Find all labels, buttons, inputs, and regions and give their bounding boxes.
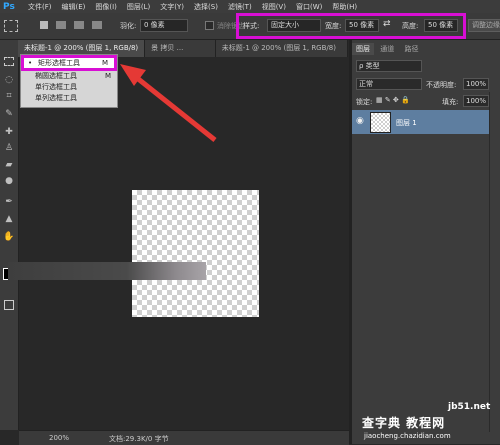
- height-input[interactable]: 50 像素: [424, 19, 458, 32]
- search-icon: ρ: [359, 62, 366, 70]
- menu-edit[interactable]: 编辑(E): [57, 2, 91, 12]
- antialias-checkbox[interactable]: [205, 21, 214, 30]
- blend-mode-select[interactable]: 正常: [356, 78, 422, 90]
- layers-panel: 图层 通道 路径 ρ 类型 正常 不透明度: 100% 锁定: ▦ ✎ ✥ 🔒 …: [352, 40, 500, 444]
- fill-input[interactable]: 100%: [463, 95, 489, 107]
- blur-icon[interactable]: ●: [1, 174, 17, 188]
- zoom-level[interactable]: 200%: [49, 434, 69, 442]
- opacity-label: 不透明度:: [426, 81, 457, 89]
- crop-icon[interactable]: ⌗: [1, 89, 17, 103]
- style-label: 样式:: [243, 22, 260, 30]
- menu-image[interactable]: 图像(I): [90, 2, 122, 12]
- lock-label: 锁定:: [356, 98, 373, 106]
- eyedropper-icon[interactable]: ✎: [1, 107, 17, 121]
- watermark-line-3: jiaocheng.chazidian.com: [364, 432, 451, 440]
- menu-help[interactable]: 帮助(H): [327, 2, 362, 12]
- panel-tabs: 图层 通道 路径: [352, 43, 422, 55]
- healing-brush-icon[interactable]: ✚: [1, 125, 17, 139]
- watermark: jb51.net 查字典 教程网 jiaocheng.chazidian.com: [352, 398, 500, 444]
- options-bar: 羽化: 0 像素 消除锯齿 样式: 固定大小 宽度: 50 像素 ⇄ 高度: 5…: [0, 13, 500, 40]
- menu-layer[interactable]: 图层(L): [122, 2, 155, 12]
- layer-thumbnail: [370, 112, 391, 133]
- menu-file[interactable]: 文件(F): [23, 2, 57, 12]
- selected-bullet-icon: •: [28, 59, 33, 67]
- lasso-icon[interactable]: ◌: [1, 73, 17, 87]
- quick-mask-icon[interactable]: [4, 300, 14, 310]
- tab-layers[interactable]: 图层: [352, 43, 374, 55]
- menu-window[interactable]: 窗口(W): [291, 2, 327, 12]
- tab-document-3[interactable]: 未标题-1 @ 200% (图层 1, RGB/8): [215, 40, 348, 57]
- eye-icon[interactable]: ◉: [356, 116, 364, 126]
- feather-label: 羽化:: [120, 22, 137, 30]
- single-row-marquee-tool-item[interactable]: 单行选框工具: [21, 82, 117, 93]
- document-canvas[interactable]: [132, 190, 259, 317]
- menu-bar: Ps 文件(F) 编辑(E) 图像(I) 图层(L) 文字(Y) 选择(S) 滤…: [0, 0, 500, 13]
- pen-icon[interactable]: ✒: [1, 195, 17, 209]
- width-label: 宽度:: [325, 22, 342, 30]
- rectangular-marquee-tool-item[interactable]: • 矩形选框工具 M: [21, 55, 117, 71]
- lock-icons[interactable]: ▦ ✎ ✥ 🔒: [376, 96, 410, 104]
- swap-icon[interactable]: ⇄: [383, 19, 391, 29]
- tab-document-2[interactable]: 景 拷贝 ...: [145, 40, 216, 57]
- layer-row[interactable]: ◉ 图层 1: [352, 110, 489, 134]
- feather-input[interactable]: 0 像素: [140, 19, 188, 32]
- subtract-selection-icon[interactable]: [74, 21, 84, 29]
- menu-select[interactable]: 选择(S): [189, 2, 223, 12]
- tab-channels[interactable]: 通道: [376, 43, 398, 55]
- flyout-shadow-bar: [8, 262, 206, 280]
- tools-panel: ◌ ⌗ ✎ ✚ ♙ ▰ ● ✒ ▲ ✋: [0, 40, 20, 430]
- elliptical-marquee-tool-item[interactable]: 椭圆选框工具 M: [21, 71, 117, 82]
- marquee-tools-flyout: • 矩形选框工具 M 椭圆选框工具 M 单行选框工具 单列选框工具: [20, 54, 118, 108]
- document-info[interactable]: 文档:29.3K/0 字节: [109, 434, 169, 444]
- photoshop-logo: Ps: [3, 1, 15, 12]
- refine-edge-button[interactable]: 调整边缘: [468, 19, 500, 32]
- style-select[interactable]: 固定大小: [267, 19, 321, 32]
- width-input[interactable]: 50 像素: [345, 19, 379, 32]
- menu-type[interactable]: 文字(Y): [155, 2, 189, 12]
- watermark-line-2: 查字典 教程网: [362, 416, 446, 430]
- layer-name[interactable]: 图层 1: [396, 118, 417, 128]
- status-bar: 200% 文档:29.3K/0 字节: [19, 430, 349, 445]
- hand-icon[interactable]: ✋: [1, 230, 17, 244]
- tab-paths[interactable]: 路径: [400, 43, 422, 55]
- height-label: 高度:: [402, 22, 419, 30]
- panel-scrollbar[interactable]: [489, 92, 500, 432]
- menu-filter[interactable]: 滤镜(T): [223, 2, 257, 12]
- eraser-icon[interactable]: ▰: [1, 158, 17, 172]
- menu-view[interactable]: 视图(V): [257, 2, 291, 12]
- marquee-tool-preset-icon[interactable]: [4, 20, 18, 32]
- rectangular-marquee-icon[interactable]: [1, 57, 17, 71]
- clone-stamp-icon[interactable]: ♙: [1, 141, 17, 155]
- path-selection-icon[interactable]: ▲: [1, 212, 17, 226]
- add-selection-icon[interactable]: [56, 21, 66, 29]
- watermark-line-1: jb51.net: [448, 402, 491, 412]
- layer-kind-filter[interactable]: ρ 类型: [356, 60, 422, 72]
- new-selection-icon[interactable]: [40, 21, 48, 29]
- intersect-selection-icon[interactable]: [92, 21, 102, 29]
- opacity-input[interactable]: 100%: [463, 78, 489, 90]
- single-column-marquee-tool-item[interactable]: 单列选框工具: [21, 93, 117, 104]
- annotation-arrow-icon: [120, 64, 217, 142]
- fill-label: 填充:: [442, 98, 459, 106]
